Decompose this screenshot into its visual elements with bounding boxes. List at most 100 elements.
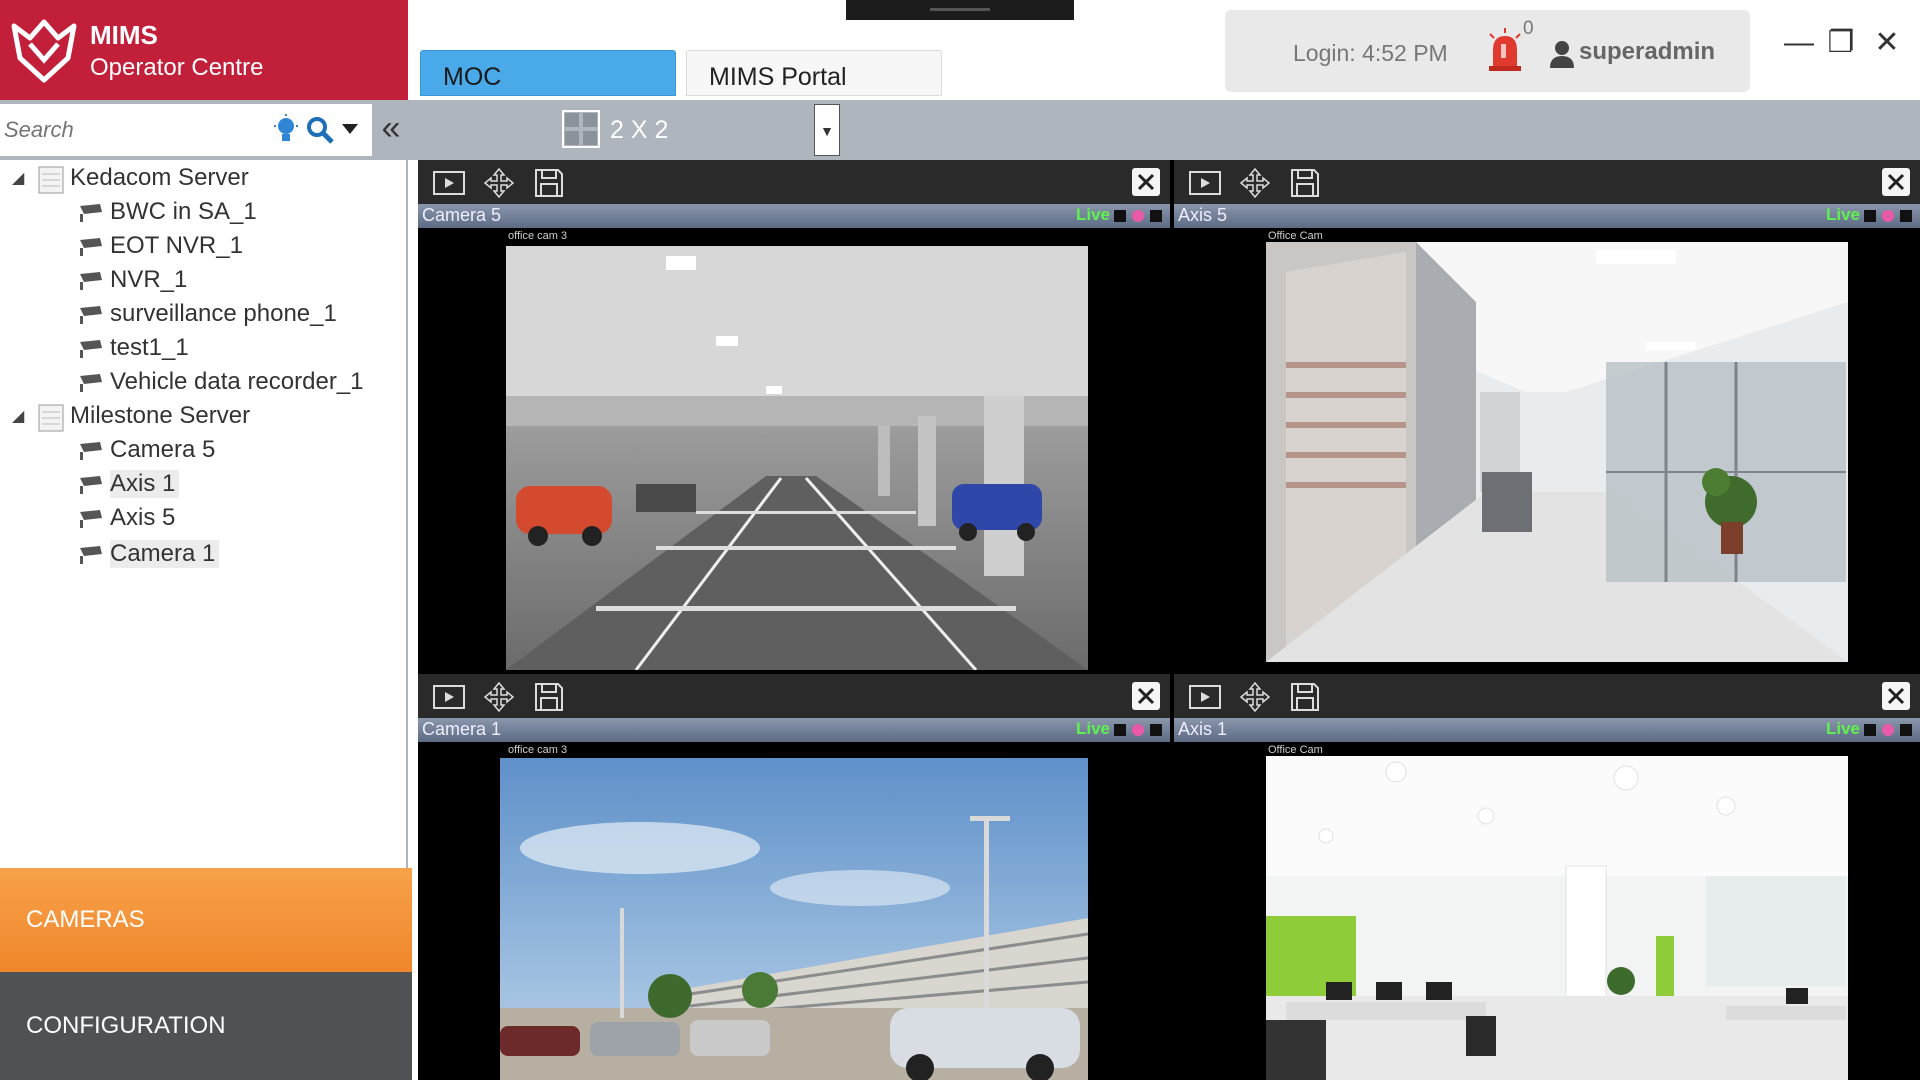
video-grid: Camera 5 Live office cam 3 Axis 5 Live O… [418,160,1920,1080]
tree-expand-icon[interactable]: ◢ [12,406,24,426]
stop-indicator-icon[interactable] [1114,724,1126,736]
nav-configuration[interactable]: CONFIGURATION [0,972,412,1080]
grid-layout-icon [562,110,600,148]
tile-title-bar: Axis 1 Live [1174,718,1920,742]
stop-indicator-icon[interactable] [1864,724,1876,736]
tile-toolbar [418,160,1170,204]
video-tile-camera-1[interactable]: Camera 1 Live office cam 3 [418,674,1170,1080]
tree-camera-axis-1[interactable]: Axis 1 [78,470,398,504]
snapshot-indicator-icon[interactable] [1900,210,1912,222]
device-tree-panel: ◢ Kedacom Server BWC in SA_1 EOT NVR_1 N… [0,160,408,868]
save-icon[interactable] [1288,168,1322,198]
tree-camera-surveillance-phone-1[interactable]: surveillance phone_1 [78,300,398,334]
save-icon[interactable] [532,682,566,712]
close-icon[interactable] [1882,168,1910,196]
video-tile-camera-5[interactable]: Camera 5 Live office cam 3 [418,160,1170,670]
close-window-button[interactable]: ✕ [1868,24,1906,62]
user-name[interactable]: superadmin [1579,38,1715,66]
alarm-siren-icon[interactable] [1487,28,1523,72]
layout-selector[interactable]: 2 X 2 ▼ [560,104,842,156]
live-indicator: Live [1075,719,1110,738]
camera-label: Axis 5 [110,504,176,531]
video-feed-area: Office Cam [1174,742,1920,1080]
lightbulb-icon[interactable] [272,114,300,146]
video-tile-axis-5[interactable]: Axis 5 Live Office Cam [1174,160,1920,670]
record-indicator-icon[interactable] [1132,724,1144,736]
video-frame-office-corridor [1266,242,1848,662]
video-feed-area: Office Cam [1174,228,1920,670]
tree-camera-bwc-in-sa-1[interactable]: BWC in SA_1 [78,198,398,232]
search-icon[interactable] [306,116,334,144]
camera-icon [80,340,102,358]
tree-expand-icon[interactable]: ◢ [12,168,24,188]
search-input[interactable] [2,112,266,148]
record-indicator-icon[interactable] [1132,210,1144,222]
move-icon[interactable] [482,682,516,712]
close-icon[interactable] [1882,682,1910,710]
video-feed-area: office cam 3 [418,742,1170,1080]
camera-icon [80,238,102,256]
tree-camera-test1-1[interactable]: test1_1 [78,334,398,368]
video-frame-outdoor-parking [500,758,1088,1080]
video-osd-label: Office Cam [1268,230,1323,242]
tile-title-bar: Axis 5 Live [1174,204,1920,228]
tree-camera-eot-nvr-1[interactable]: EOT NVR_1 [78,232,398,266]
tree-node-milestone-server[interactable]: ◢ Milestone Server [12,402,392,436]
stop-indicator-icon[interactable] [1864,210,1876,222]
camera-label: surveillance phone_1 [110,300,337,327]
user-icon [1550,41,1574,68]
live-indicator: Live [1825,719,1860,738]
tree-camera-axis-5[interactable]: Axis 5 [78,504,398,538]
video-frame-open-office [1266,756,1848,1080]
restore-button[interactable]: ❐ [1822,24,1860,62]
move-icon[interactable] [482,168,516,198]
camera-icon [80,374,102,392]
window-drag-handle[interactable] [846,0,1074,20]
camera-label: Vehicle data recorder_1 [110,368,364,395]
camera-label: Camera 5 [110,436,216,463]
playback-icon[interactable] [432,682,466,712]
stop-indicator-icon[interactable] [1114,210,1126,222]
tile-toolbar [1174,674,1920,718]
save-icon[interactable] [532,168,566,198]
tile-camera-name: Camera 5 [422,205,502,225]
close-icon[interactable] [1132,168,1160,196]
live-indicator: Live [1075,205,1110,224]
nav-cameras[interactable]: CAMERAS [0,868,412,972]
tile-toolbar [418,674,1170,718]
app-name: MIMS [90,20,158,50]
save-icon[interactable] [1288,682,1322,712]
search-box [0,104,372,156]
search-options-chevron-icon[interactable] [342,124,358,136]
tab-mims-portal[interactable]: MIMS Portal [686,50,942,96]
close-icon[interactable] [1132,682,1160,710]
tree-camera-nvr-1[interactable]: NVR_1 [78,266,398,300]
app-subtitle: Operator Centre [90,54,264,81]
playback-icon[interactable] [1188,168,1222,198]
video-tile-axis-1[interactable]: Axis 1 Live Office Cam [1174,674,1920,1080]
record-indicator-icon[interactable] [1882,724,1894,736]
move-icon[interactable] [1238,168,1272,198]
video-feed-area: office cam 3 [418,228,1170,670]
camera-icon [80,272,102,290]
camera-icon [80,476,102,494]
camera-label: EOT NVR_1 [110,232,243,259]
tab-moc[interactable]: MOC [420,50,676,96]
minimize-button[interactable]: — [1780,24,1818,62]
mims-logo-icon [11,19,77,83]
playback-icon[interactable] [1188,682,1222,712]
snapshot-indicator-icon[interactable] [1150,724,1162,736]
camera-label: test1_1 [110,334,189,361]
tree-camera-camera-1[interactable]: Camera 1 [78,540,398,574]
move-icon[interactable] [1238,682,1272,712]
playback-icon[interactable] [432,168,466,198]
tree-camera-vehicle-data-recorder-1[interactable]: Vehicle data recorder_1 [78,368,398,402]
collapse-sidebar-button[interactable]: « [374,110,408,150]
snapshot-indicator-icon[interactable] [1150,210,1162,222]
tree-node-kedacom-server[interactable]: ◢ Kedacom Server [12,164,392,198]
tree-camera-camera-5[interactable]: Camera 5 [78,436,398,470]
layout-dropdown-chevron-icon[interactable]: ▼ [814,104,840,156]
snapshot-indicator-icon[interactable] [1900,724,1912,736]
record-indicator-icon[interactable] [1882,210,1894,222]
camera-label: BWC in SA_1 [110,198,257,225]
